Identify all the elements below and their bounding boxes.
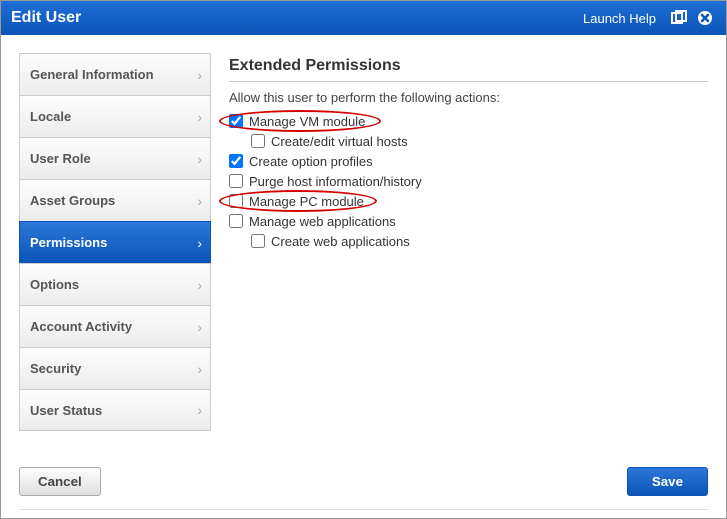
chevron-right-icon: › <box>197 402 202 418</box>
sidebar-item-account-activity[interactable]: Account Activity › <box>19 305 211 347</box>
permission-checkbox-create-web-apps[interactable] <box>251 234 265 248</box>
chevron-right-icon: › <box>197 361 202 377</box>
sidebar-item-user-role[interactable]: User Role › <box>19 137 211 179</box>
dialog-footer: Cancel Save <box>1 453 726 509</box>
sidebar-item-asset-groups[interactable]: Asset Groups › <box>19 179 211 221</box>
permission-checkbox-create-option-profiles[interactable] <box>229 154 243 168</box>
permission-row: Create/edit virtual hosts <box>251 131 708 151</box>
chevron-right-icon: › <box>197 67 202 83</box>
sidebar-item-permissions[interactable]: Permissions › <box>19 221 211 263</box>
section-description: Allow this user to perform the following… <box>229 90 708 105</box>
section-heading: Extended Permissions <box>229 57 708 82</box>
chevron-right-icon: › <box>197 277 202 293</box>
permission-row: Manage VM module <box>229 111 708 131</box>
sidebar-item-label: Security <box>30 361 81 376</box>
divider <box>19 509 708 510</box>
content-panel: Extended Permissions Allow this user to … <box>229 53 708 453</box>
sidebar-item-label: Locale <box>30 109 71 124</box>
permission-label: Purge host information/history <box>249 174 422 189</box>
sidebar-item-locale[interactable]: Locale › <box>19 95 211 137</box>
permission-row: Manage web applications <box>229 211 708 231</box>
permission-checkbox-create-virtual-hosts[interactable] <box>251 134 265 148</box>
permission-label: Create web applications <box>271 234 410 249</box>
save-button[interactable]: Save <box>627 467 708 496</box>
permission-row: Manage PC module <box>229 191 708 211</box>
sidebar-item-label: Account Activity <box>30 319 132 334</box>
dialog-title: Edit User <box>11 9 583 27</box>
sidebar-item-label: General Information <box>30 67 154 82</box>
sidebar-item-label: Options <box>30 277 79 292</box>
cancel-button[interactable]: Cancel <box>19 467 101 496</box>
chevron-right-icon: › <box>197 151 202 167</box>
permission-row: Create option profiles <box>229 151 708 171</box>
permission-checkbox-manage-vm[interactable] <box>229 114 243 128</box>
sidebar-item-options[interactable]: Options › <box>19 263 211 305</box>
sidebar-item-label: Asset Groups <box>30 193 115 208</box>
sidebar-item-user-status[interactable]: User Status › <box>19 389 211 431</box>
edit-user-dialog: Edit User Launch Help General Informatio… <box>0 0 727 519</box>
permission-label: Create/edit virtual hosts <box>271 134 408 149</box>
permissions-list: Manage VM module Create/edit virtual hos… <box>229 111 708 251</box>
permission-checkbox-manage-web-apps[interactable] <box>229 214 243 228</box>
chevron-right-icon: › <box>197 319 202 335</box>
chevron-right-icon: › <box>197 109 202 125</box>
permission-checkbox-purge-host[interactable] <box>229 174 243 188</box>
permission-label: Create option profiles <box>249 154 373 169</box>
permission-row: Create web applications <box>251 231 708 251</box>
chevron-right-icon: › <box>197 235 202 251</box>
launch-help-link[interactable]: Launch Help <box>583 11 656 26</box>
permission-label: Manage PC module <box>249 194 364 209</box>
sidebar-item-general-information[interactable]: General Information › <box>19 53 211 95</box>
sidebar-item-label: Permissions <box>30 235 107 250</box>
sidebar-item-label: User Role <box>30 151 91 166</box>
sidebar-item-label: User Status <box>30 403 102 418</box>
chevron-right-icon: › <box>197 193 202 209</box>
dialog-body: General Information› Locale› User Role› … <box>1 35 726 453</box>
permission-checkbox-manage-pc[interactable] <box>229 194 243 208</box>
titlebar: Edit User Launch Help <box>1 1 726 35</box>
close-icon[interactable] <box>694 7 716 29</box>
permission-row: Purge host information/history <box>229 171 708 191</box>
sidebar-item-security[interactable]: Security › <box>19 347 211 389</box>
permission-label: Manage web applications <box>249 214 396 229</box>
permission-label: Manage VM module <box>249 114 365 129</box>
popout-icon[interactable] <box>668 7 690 29</box>
sidebar: General Information› Locale› User Role› … <box>19 53 211 453</box>
